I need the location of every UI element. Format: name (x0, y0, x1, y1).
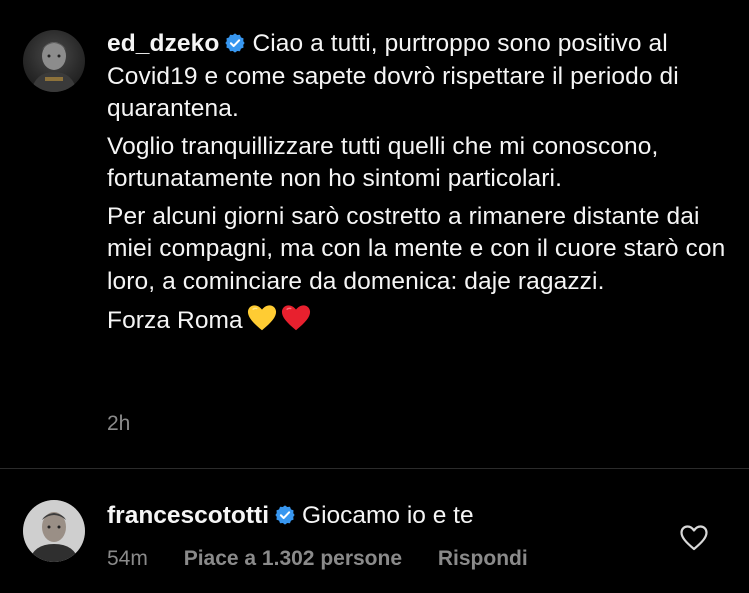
caption-timestamp: 2h (107, 412, 131, 435)
caption-first-paragraph: ed_dzeko Ciao a tutti, purtroppo sono pos… (107, 28, 727, 126)
avatar-portrait-icon (23, 500, 85, 562)
reply-comment: francescototti Giocamo io e te (107, 500, 667, 532)
caption-paragraph-3: Per alcuni giorni sarò costretto a riman… (107, 202, 726, 295)
caption-paragraph-4-line: Forza Roma (107, 303, 727, 338)
reply-meta: 54m Piace a 1.302 persone Rispondi (107, 547, 558, 571)
like-heart-icon[interactable] (680, 525, 708, 551)
verified-badge-icon (274, 503, 296, 525)
reply-text: Giocamo io e te (302, 502, 474, 529)
verified-badge-icon (224, 31, 246, 53)
caption-text: ed_dzeko Ciao a tutti, purtroppo sono pos… (107, 28, 727, 343)
reply-button[interactable]: Rispondi (438, 547, 528, 570)
divider (0, 468, 749, 469)
caption-comment: ed_dzeko Ciao a tutti, purtroppo sono pos… (0, 0, 749, 468)
avatar[interactable] (23, 30, 85, 92)
caption-username[interactable]: ed_dzeko (107, 30, 219, 57)
likes-count-link[interactable]: Piace a 1.302 persone (184, 547, 402, 570)
reply-timestamp: 54m (107, 547, 148, 570)
reply-avatar[interactable] (23, 500, 85, 562)
reply-username[interactable]: francescototti (107, 502, 269, 529)
caption-paragraph-2: Voglio tranquillizzare tutti quelli che … (107, 132, 659, 193)
avatar-portrait-icon (31, 42, 77, 92)
caption-paragraph-4: Forza Roma (107, 307, 243, 334)
yellow-heart-icon (247, 303, 277, 333)
red-heart-icon (281, 303, 311, 333)
instagram-comments-screen: ed_dzeko Ciao a tutti, purtroppo sono pos… (0, 0, 749, 593)
